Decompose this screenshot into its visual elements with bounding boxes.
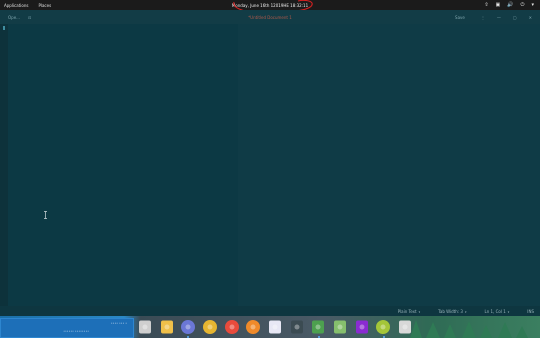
preview-text-1: •••• ••• • (110, 321, 127, 325)
dock-text-editor[interactable] (310, 318, 328, 338)
dock-chrome[interactable] (223, 318, 241, 336)
dock-trash[interactable] (396, 318, 414, 336)
cursor-position[interactable]: Ln 1, Col 1 ▾ (484, 309, 509, 314)
dock-android[interactable] (375, 318, 393, 338)
files-icon (138, 320, 151, 334)
dock-files[interactable] (136, 318, 154, 336)
text-area[interactable] (8, 24, 238, 316)
dock-discord[interactable] (179, 318, 197, 338)
power-icon[interactable]: ⏻ (521, 2, 525, 8)
clock-area: Monday, June 16th 12019HE 18:32:11 (0, 0, 540, 10)
dock-libreoffice-writer[interactable] (266, 318, 284, 336)
dock (134, 316, 414, 338)
status-items: Plain Text ▾ Tab Width: 3 ▾ Ln 1, Col 1 ▾ I… (398, 306, 534, 316)
chrome-icon (224, 320, 239, 334)
lollypop-icon (202, 320, 217, 334)
chevron-down-icon: ▾ (507, 309, 510, 314)
insert-mode[interactable]: INS (527, 309, 534, 314)
discord-icon (181, 320, 196, 334)
top-panel: Applications Places Monday, June 16th 12… (0, 0, 540, 10)
text-area-right-margin[interactable] (238, 24, 540, 316)
tab-width-label: Tab Width: 3 (438, 308, 463, 314)
dock-lollypop[interactable] (201, 318, 219, 336)
cursor-position-label: Ln 1, Col 1 (484, 308, 506, 314)
upload-icon[interactable]: ⇧ (484, 2, 488, 8)
line-number-1 (3, 26, 5, 30)
system-tray: ⇧ ▣ 🔊 ⏻ ▾ (484, 0, 534, 10)
dock-android-studio[interactable] (331, 318, 349, 336)
terminal-icon (290, 320, 303, 334)
close-icon[interactable]: ✕ (529, 15, 532, 20)
save-button[interactable]: Save (455, 15, 465, 20)
panel-preview: •••• ••• • •••••• •••••••• (0, 318, 134, 338)
volume-icon[interactable]: 🔊 (507, 2, 513, 8)
tab-width-selector[interactable]: Tab Width: 3 ▾ (438, 309, 466, 314)
dock-firefox[interactable] (244, 318, 262, 336)
text-cursor-icon (44, 211, 47, 219)
chevron-down-icon: ▾ (418, 309, 421, 314)
screen-icon[interactable]: ▣ (496, 2, 501, 8)
menu-icon[interactable]: ⋮ (481, 15, 485, 20)
syntax-selector[interactable]: Plain Text ▾ (398, 309, 421, 314)
intellij-icon (355, 320, 368, 334)
firefox-icon (246, 320, 261, 334)
chevron-down-icon: ▾ (464, 309, 467, 314)
dock-terminal[interactable] (288, 318, 306, 336)
clock[interactable]: Monday, June 16th 12019HE 18:32:11 (232, 3, 308, 8)
libreoffice-writer-icon (268, 320, 281, 334)
dock-mail[interactable] (158, 318, 176, 336)
dock-intellij[interactable] (353, 318, 371, 336)
maximize-icon[interactable]: ▢ (513, 15, 517, 20)
android-icon (376, 320, 391, 334)
android-studio-icon (334, 320, 347, 334)
syntax-label: Plain Text (397, 308, 417, 314)
mail-icon (160, 320, 173, 334)
text-editor-window: Ope... ⊡ *Untitled Document 1 Save ⋮ — ▢… (0, 10, 540, 316)
trash-icon (399, 320, 412, 334)
line-number-gutter (0, 24, 8, 316)
preview-text-2: •••••• •••••••• (63, 329, 89, 333)
header-bar: Ope... ⊡ *Untitled Document 1 Save ⋮ — ▢… (0, 10, 540, 24)
header-right: Save ⋮ — ▢ ✕ (455, 10, 532, 24)
text-editor-icon (312, 320, 325, 334)
status-bar: Plain Text ▾ Tab Width: 3 ▾ Ln 1, Col 1 ▾ I… (0, 306, 540, 316)
minimize-icon[interactable]: — (497, 15, 501, 20)
chevron-down-icon[interactable]: ▾ (531, 2, 534, 8)
